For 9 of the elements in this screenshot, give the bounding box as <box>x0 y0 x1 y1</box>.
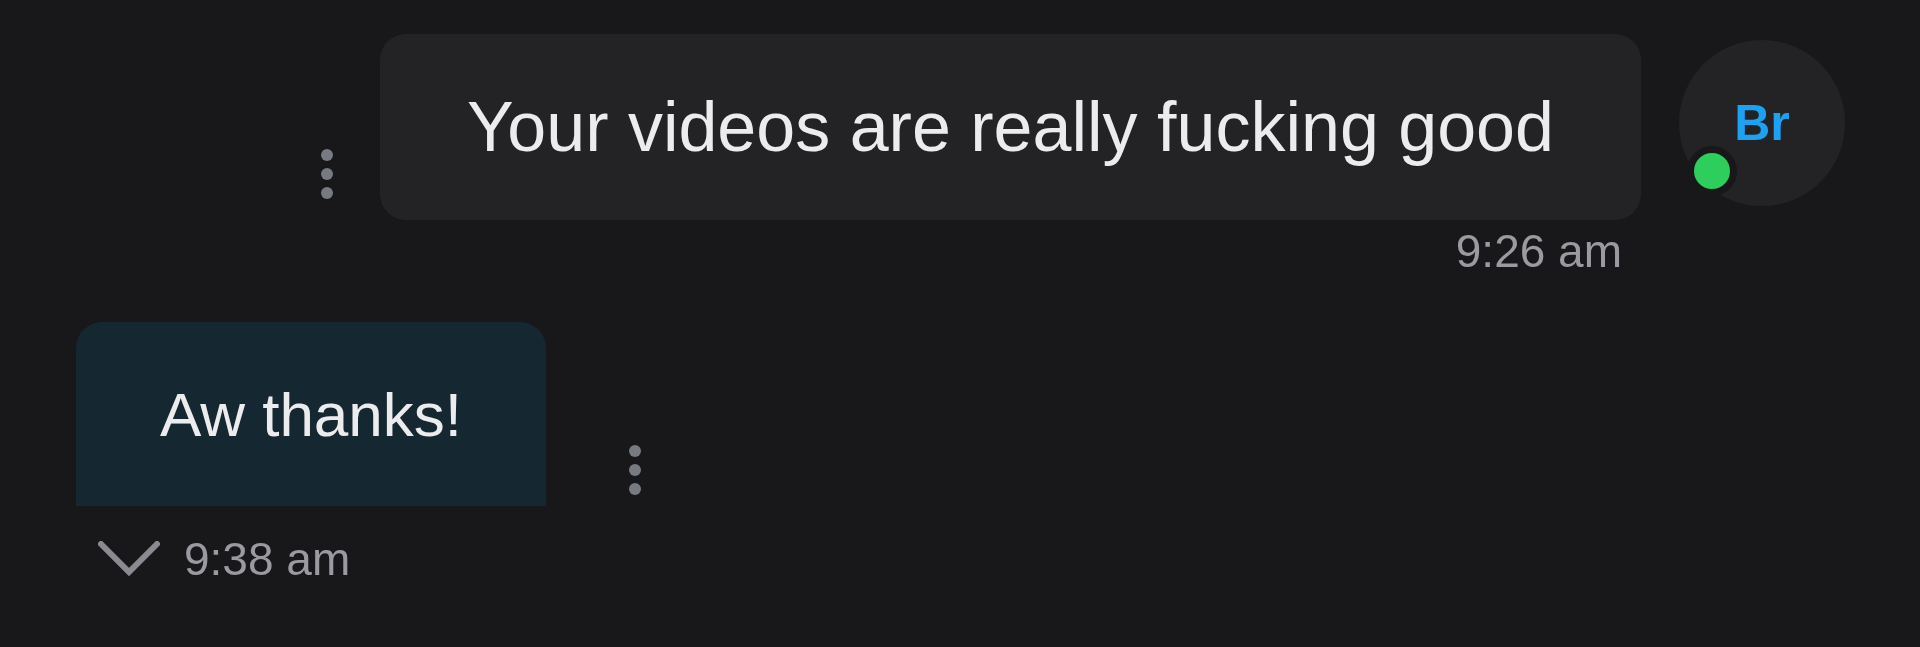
chevron-down-icon[interactable] <box>98 541 160 577</box>
message-text: Your videos are really fucking good <box>467 87 1554 167</box>
message-time: 9:26 am <box>1455 224 1622 278</box>
message-time: 9:38 am <box>184 532 351 586</box>
avatar-initials: Br <box>1734 94 1790 152</box>
more-icon[interactable] <box>320 148 334 200</box>
message-text: Aw thanks! <box>159 378 463 450</box>
avatar[interactable]: Br <box>1679 40 1845 206</box>
more-icon[interactable] <box>628 444 642 496</box>
